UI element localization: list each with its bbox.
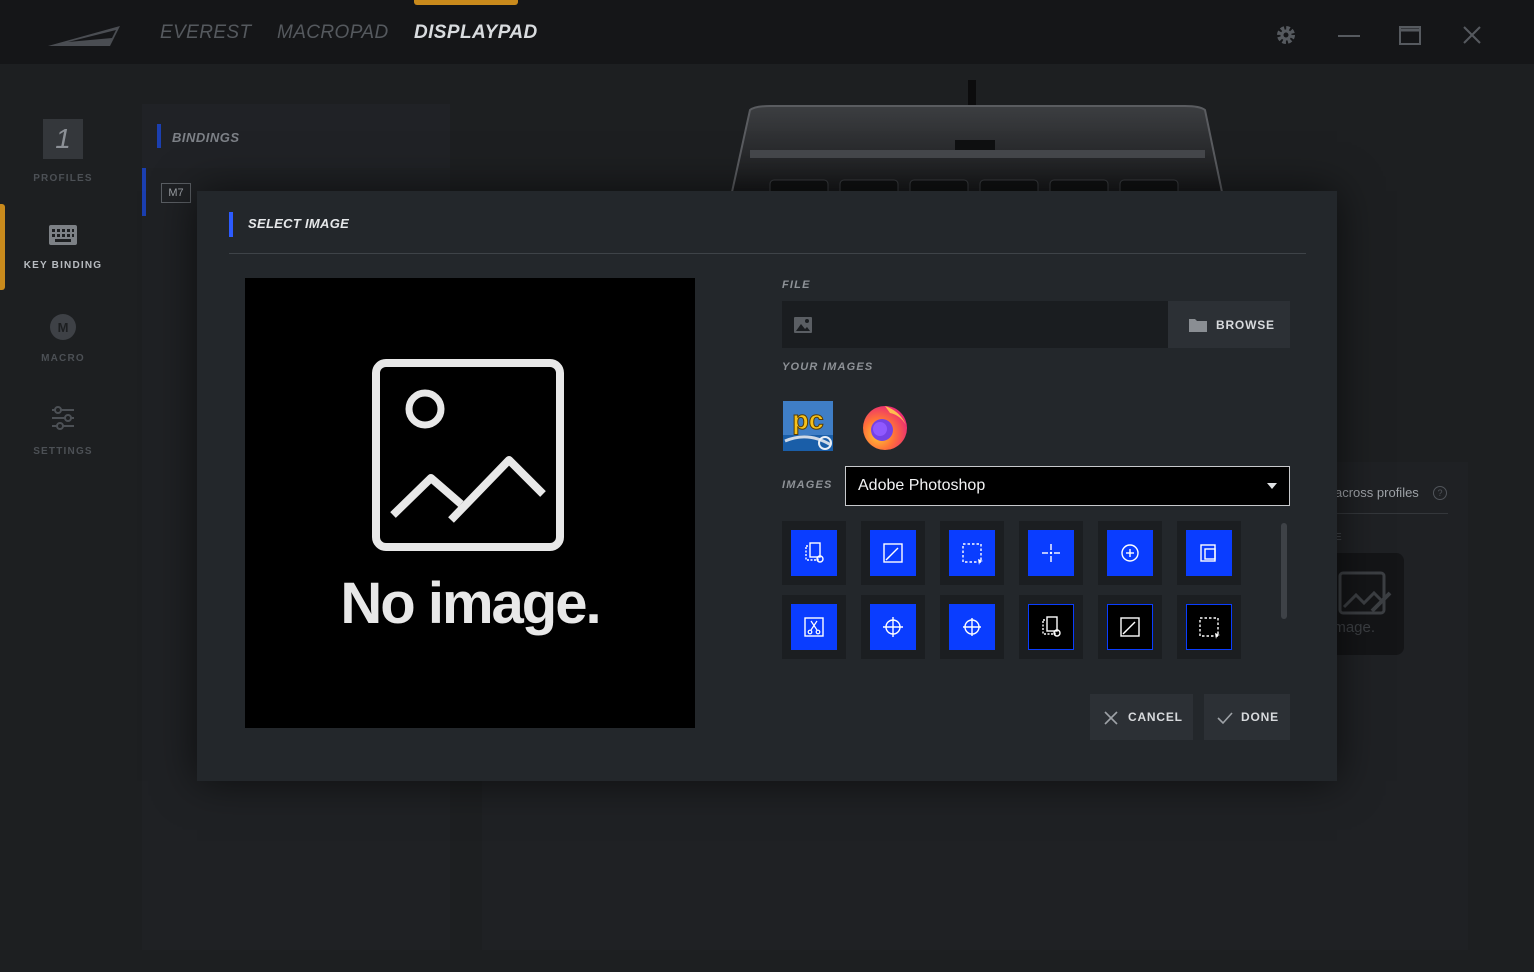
active-tab-indicator <box>414 0 518 5</box>
nav-key-binding-label: KEY BINDING <box>23 260 103 271</box>
image-tile[interactable] <box>1177 595 1241 659</box>
image-tile[interactable] <box>1098 521 1162 585</box>
image-tile[interactable] <box>861 595 925 659</box>
your-image-pc[interactable]: pc <box>783 401 833 451</box>
copy-layer-icon <box>1186 530 1232 576</box>
minimize-icon[interactable] <box>1336 22 1362 48</box>
image-tile[interactable] <box>940 595 1004 659</box>
image-placeholder-icon <box>1338 571 1392 615</box>
pc-app-icon: pc <box>783 401 833 451</box>
done-button[interactable]: DONE <box>1204 694 1290 740</box>
brand-logo <box>48 26 120 46</box>
image-tile[interactable] <box>782 521 846 585</box>
image-tile[interactable] <box>861 521 925 585</box>
image-preview: No image. <box>245 278 695 728</box>
tab-everest[interactable]: EVEREST <box>160 22 252 44</box>
dialog-divider <box>229 253 1306 254</box>
file-label: FILE <box>782 279 811 291</box>
image-grid-scrollbar[interactable] <box>1281 523 1287 619</box>
scissors-icon <box>791 604 837 650</box>
help-icon[interactable]: ? <box>1433 486 1447 500</box>
image-tile[interactable] <box>1019 595 1083 659</box>
image-tile[interactable] <box>1019 521 1083 585</box>
your-image-firefox[interactable] <box>860 401 910 451</box>
images-label: IMAGES <box>782 479 833 491</box>
sliders-icon <box>52 406 74 430</box>
image-library-value: Adobe Photoshop <box>858 477 986 494</box>
image-library-select[interactable]: Adobe Photoshop <box>845 466 1290 506</box>
target-rotate-icon <box>870 604 916 650</box>
app-window: EVEREST MACROPAD DISPLAYPAD 1 PROFILES K… <box>0 0 1534 972</box>
profile-number: 1 <box>43 119 83 159</box>
macro-icon: M <box>50 314 76 340</box>
nav-macro[interactable]: M MACRO <box>0 313 126 364</box>
done-label: DONE <box>1241 710 1279 724</box>
binding-row-accent <box>142 168 146 216</box>
cancel-button[interactable]: CANCEL <box>1090 694 1193 740</box>
nav-macro-label: MACRO <box>41 353 85 364</box>
nav-settings-label: SETTINGS <box>33 446 93 457</box>
image-file-icon <box>794 317 812 333</box>
select-image-dialog: SELECT IMAGE No image. FILE BROWSE YOUR … <box>197 191 1337 781</box>
bindings-accent <box>157 124 161 148</box>
clone-stamp-icon <box>791 530 837 576</box>
displaypad-device-image <box>730 80 1224 192</box>
across-profiles-label: across profiles <box>1335 485 1419 500</box>
maximize-icon[interactable] <box>1397 22 1423 48</box>
firefox-icon <box>863 406 907 450</box>
browse-label: BROWSE <box>1216 318 1275 332</box>
image-tile[interactable] <box>940 521 1004 585</box>
close-icon[interactable] <box>1459 22 1485 48</box>
browse-button[interactable]: BROWSE <box>1168 301 1290 348</box>
binding-key-badge[interactable]: M7 <box>161 183 191 203</box>
keyboard-icon <box>49 225 77 245</box>
no-image-icon <box>372 359 564 551</box>
target-icon <box>949 604 995 650</box>
your-images-label: YOUR IMAGES <box>782 361 874 373</box>
svg-text:M: M <box>58 320 69 335</box>
dialog-title-accent <box>229 212 233 237</box>
chevron-down-icon <box>1267 483 1277 489</box>
edit-brush-icon <box>870 530 916 576</box>
title-bar: EVEREST MACROPAD DISPLAYPAD <box>0 0 1534 64</box>
dialog-title: SELECT IMAGE <box>248 216 350 231</box>
nav-key-binding[interactable]: KEY BINDING <box>0 224 126 271</box>
tab-macropad[interactable]: MACROPAD <box>277 22 389 44</box>
folder-icon <box>1189 319 1207 332</box>
image-tile[interactable] <box>1177 521 1241 585</box>
marquee-select-icon <box>949 530 995 576</box>
crosshair-move-icon <box>1028 530 1074 576</box>
file-path-input[interactable] <box>782 301 1168 348</box>
cancel-label: CANCEL <box>1128 710 1183 724</box>
add-circle-icon <box>1107 530 1153 576</box>
image-tile[interactable] <box>782 595 846 659</box>
no-image-text: No image. <box>340 571 601 636</box>
nav-profiles[interactable]: 1 PROFILES <box>0 119 126 184</box>
tab-displaypad[interactable]: DISPLAYPAD <box>414 22 538 44</box>
edit-brush-dark-icon <box>1107 604 1153 650</box>
checkmark-icon <box>1217 712 1233 725</box>
nav-profiles-label: PROFILES <box>33 173 93 184</box>
marquee-select-dark-icon <box>1186 604 1232 650</box>
clone-stamp-dark-icon <box>1028 604 1074 650</box>
close-icon <box>1104 711 1118 725</box>
nav-settings[interactable]: SETTINGS <box>0 405 126 457</box>
pc-app-icon-text: pc <box>792 405 824 435</box>
key-image-placeholder[interactable]: image. <box>1330 553 1404 655</box>
across-profiles-divider <box>1335 513 1448 514</box>
image-tile[interactable] <box>1098 595 1162 659</box>
gear-icon[interactable] <box>1273 22 1299 48</box>
bindings-title: BINDINGS <box>172 130 240 145</box>
